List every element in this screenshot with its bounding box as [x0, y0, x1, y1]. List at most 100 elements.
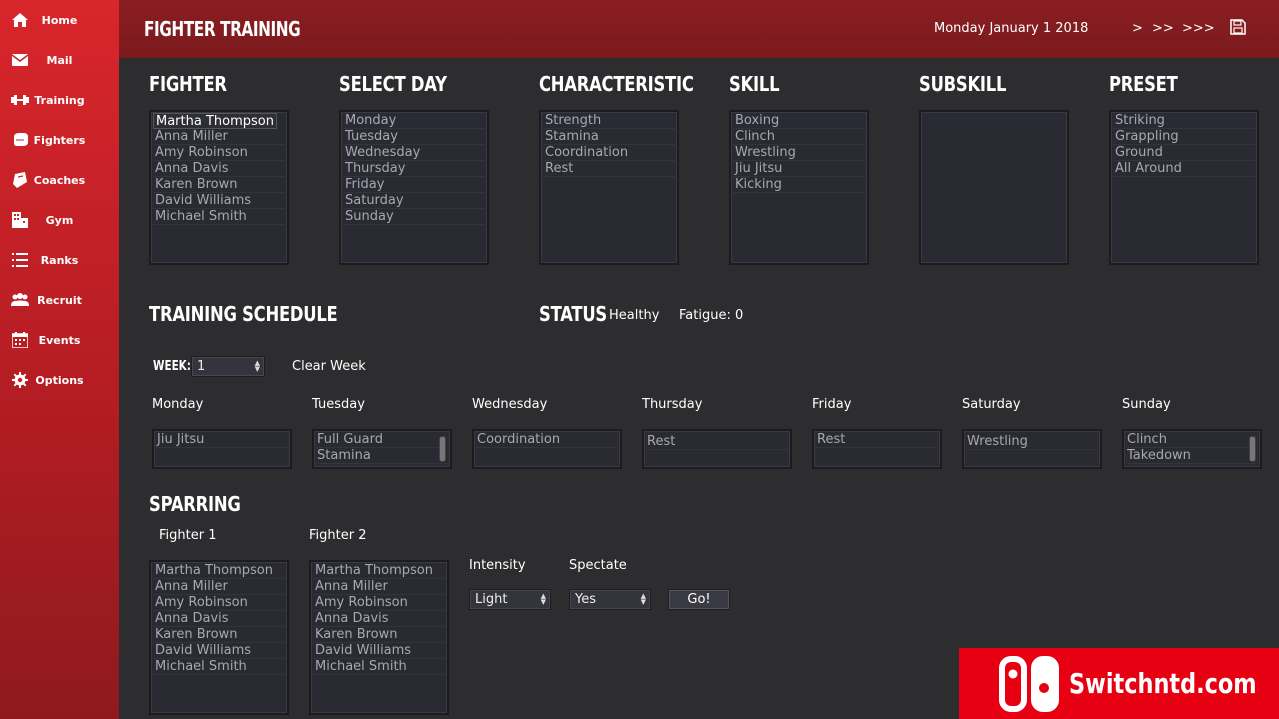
- fighter-option[interactable]: Karen Brown: [153, 177, 285, 193]
- skill-list[interactable]: Boxing Clinch Wrestling Jiu Jitsu Kickin…: [729, 110, 869, 265]
- fighter-option[interactable]: Michael Smith: [153, 659, 285, 675]
- nav-training[interactable]: Training: [0, 80, 119, 120]
- schedule-box-wednesday[interactable]: Coordination: [472, 429, 622, 469]
- sparring-fighter2-list[interactable]: Martha Thompson Anna Miller Amy Robinson…: [309, 560, 449, 715]
- scrollbar[interactable]: [439, 436, 446, 462]
- watermark: Switchntd.com: [959, 648, 1279, 719]
- fighter-option[interactable]: Michael Smith: [313, 659, 445, 675]
- schedule-entry[interactable]: Coordination: [476, 432, 618, 448]
- top-bar: FIGHTER TRAINING Monday January 1 2018 >…: [119, 0, 1279, 58]
- fighter-option[interactable]: Amy Robinson: [313, 595, 445, 611]
- day-option[interactable]: Saturday: [343, 193, 485, 209]
- preset-list[interactable]: Striking Grappling Ground All Around: [1109, 110, 1259, 265]
- schedule-entry[interactable]: Jiu Jitsu: [156, 432, 288, 448]
- skill-option[interactable]: Kicking: [733, 177, 865, 193]
- schedule-box-tuesday[interactable]: Full Guard Stamina: [312, 429, 452, 469]
- schedule-entry[interactable]: Rest: [816, 432, 938, 448]
- day-list[interactable]: Monday Tuesday Wednesday Thursday Friday…: [339, 110, 489, 265]
- schedule-entry[interactable]: Rest: [646, 434, 788, 450]
- fighter-option[interactable]: Karen Brown: [313, 627, 445, 643]
- day-option[interactable]: Thursday: [343, 161, 485, 177]
- preset-option[interactable]: Ground: [1113, 145, 1255, 161]
- subskill-header: SUBSKILL: [919, 72, 1007, 96]
- schedule-box-sunday[interactable]: Clinch Takedown: [1122, 429, 1262, 469]
- sparring-header: SPARRING: [149, 492, 241, 516]
- fighter-option[interactable]: Anna Davis: [153, 611, 285, 627]
- fighter-option[interactable]: Anna Miller: [153, 579, 285, 595]
- training-schedule-header: TRAINING SCHEDULE: [149, 302, 338, 326]
- subskill-list[interactable]: [919, 110, 1069, 265]
- day-option[interactable]: Monday: [343, 113, 485, 129]
- schedule-entry[interactable]: Wrestling: [966, 434, 1098, 450]
- day-label-friday: Friday: [812, 397, 852, 412]
- fighter-option[interactable]: Amy Robinson: [153, 595, 285, 611]
- fighter-option[interactable]: Martha Thompson: [153, 113, 277, 129]
- nav-options-label: Options: [35, 373, 84, 387]
- nav-fighters[interactable]: Fighters: [0, 120, 119, 160]
- nav-mail[interactable]: Mail: [0, 40, 119, 80]
- advance-day-button[interactable]: >: [1132, 21, 1143, 36]
- nav-events-label: Events: [38, 333, 81, 347]
- preset-option[interactable]: Striking: [1113, 113, 1255, 129]
- spectate-value: Yes: [575, 592, 596, 607]
- fighter-option[interactable]: David Williams: [313, 643, 445, 659]
- fighter-option[interactable]: Martha Thompson: [313, 563, 445, 579]
- fighter-option[interactable]: David Williams: [153, 193, 285, 209]
- skill-option[interactable]: Boxing: [733, 113, 865, 129]
- page-title: FIGHTER TRAINING: [144, 17, 301, 41]
- fighter-option[interactable]: Anna Davis: [313, 611, 445, 627]
- schedule-entry[interactable]: Clinch: [1126, 432, 1258, 448]
- nav-ranks[interactable]: Ranks: [0, 240, 119, 280]
- schedule-box-thursday[interactable]: Rest: [642, 429, 792, 469]
- advance-month-button[interactable]: >>>: [1182, 21, 1215, 36]
- nav-coaches[interactable]: Coaches: [0, 160, 119, 200]
- scrollbar[interactable]: [1249, 436, 1256, 462]
- fighter-list[interactable]: Martha Thompson Anna Miller Amy Robinson…: [149, 110, 289, 265]
- schedule-box-saturday[interactable]: Wrestling: [962, 429, 1102, 469]
- fighter-option[interactable]: David Williams: [153, 643, 285, 659]
- clear-week-button[interactable]: Clear Week: [292, 359, 366, 374]
- characteristic-list[interactable]: Strength Stamina Coordination Rest: [539, 110, 679, 265]
- fighter-option[interactable]: Martha Thompson: [153, 563, 285, 579]
- schedule-entry[interactable]: Stamina: [316, 448, 448, 464]
- week-select[interactable]: 1 ▲ ▼: [191, 356, 265, 377]
- day-option[interactable]: Sunday: [343, 209, 485, 225]
- intensity-select[interactable]: Light ▲ ▼: [469, 589, 551, 610]
- schedule-entry[interactable]: Takedown: [1126, 448, 1258, 464]
- fighter-option[interactable]: Amy Robinson: [153, 145, 285, 161]
- characteristic-option[interactable]: Strength: [543, 113, 675, 129]
- skill-option[interactable]: Clinch: [733, 129, 865, 145]
- day-option[interactable]: Friday: [343, 177, 485, 193]
- fighter-option[interactable]: Anna Miller: [313, 579, 445, 595]
- characteristic-option[interactable]: Coordination: [543, 145, 675, 161]
- skill-option[interactable]: Wrestling: [733, 145, 865, 161]
- day-label-tuesday: Tuesday: [312, 397, 365, 412]
- schedule-box-monday[interactable]: Jiu Jitsu: [152, 429, 292, 469]
- characteristic-option[interactable]: Stamina: [543, 129, 675, 145]
- fighter-option[interactable]: Anna Davis: [153, 161, 285, 177]
- fighter-option[interactable]: Michael Smith: [153, 209, 285, 225]
- nav-home[interactable]: Home: [0, 0, 119, 40]
- sparring-fighter1-list[interactable]: Martha Thompson Anna Miller Amy Robinson…: [149, 560, 289, 715]
- save-icon[interactable]: [1230, 19, 1246, 35]
- preset-option[interactable]: All Around: [1113, 161, 1255, 177]
- skill-header: SKILL: [729, 72, 780, 96]
- nav-gym[interactable]: Gym: [0, 200, 119, 240]
- characteristic-option[interactable]: Rest: [543, 161, 675, 177]
- nav-recruit[interactable]: Recruit: [0, 280, 119, 320]
- nav-options[interactable]: Options: [0, 360, 119, 400]
- spectate-select[interactable]: Yes ▲ ▼: [569, 589, 651, 610]
- day-option[interactable]: Wednesday: [343, 145, 485, 161]
- skill-option[interactable]: Jiu Jitsu: [733, 161, 865, 177]
- go-button[interactable]: Go!: [668, 589, 730, 610]
- advance-week-button[interactable]: >>: [1152, 21, 1174, 36]
- preset-option[interactable]: Grappling: [1113, 129, 1255, 145]
- nav-mail-label: Mail: [46, 53, 73, 67]
- schedule-box-friday[interactable]: Rest: [812, 429, 942, 469]
- nav-events[interactable]: Events: [0, 320, 119, 360]
- schedule-entry[interactable]: Full Guard: [316, 432, 448, 448]
- fighter-option[interactable]: Anna Miller: [153, 129, 285, 145]
- fighter-option[interactable]: Karen Brown: [153, 627, 285, 643]
- day-option[interactable]: Tuesday: [343, 129, 485, 145]
- nav-training-label: Training: [34, 93, 85, 107]
